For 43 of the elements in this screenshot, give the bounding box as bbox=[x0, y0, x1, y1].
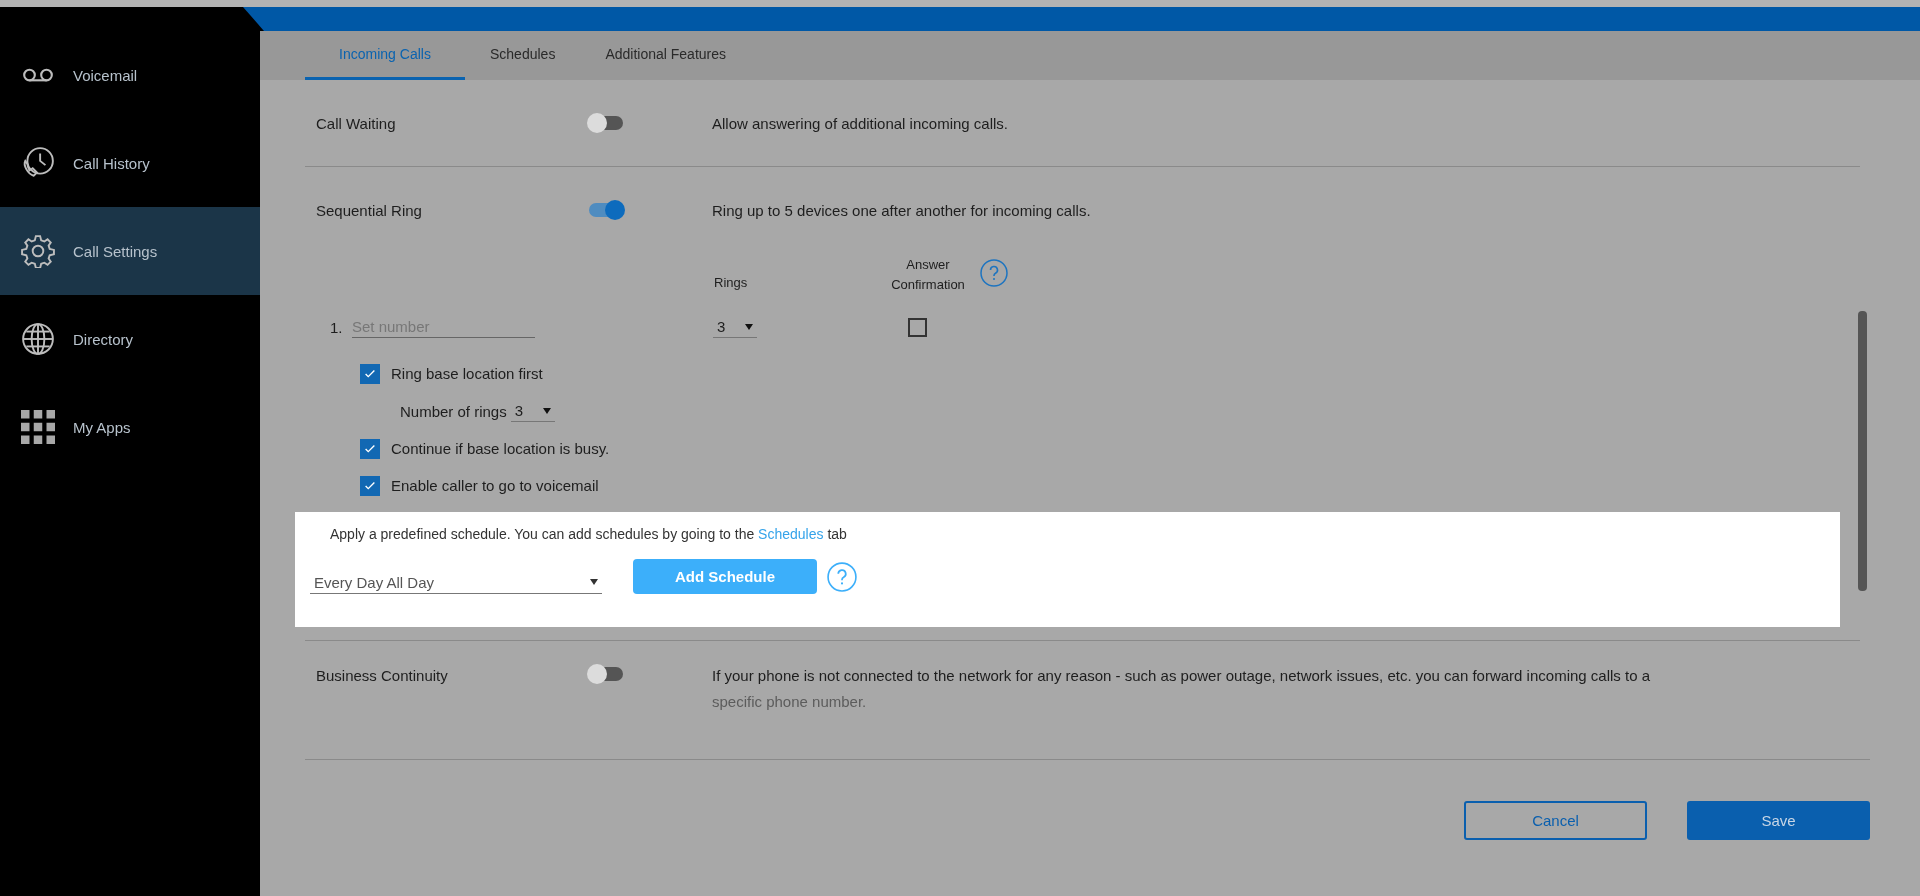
rings-dropdown[interactable]: 3 bbox=[713, 316, 757, 338]
setting-description: specific phone number. bbox=[712, 693, 868, 710]
row-number: 1. bbox=[330, 318, 344, 336]
checkbox-label: Ring base location first bbox=[391, 365, 543, 382]
caret-icon bbox=[745, 323, 753, 330]
save-button[interactable]: Save bbox=[1687, 801, 1870, 840]
column-header: Answer Confirmation bbox=[890, 256, 966, 294]
setting-description: If your phone is not connected to the network for any reason - such as power outage, network issues, etc. you can forward incoming calls to a bbox=[712, 667, 1651, 684]
checkbox[interactable] bbox=[908, 317, 927, 337]
rings-dropdown[interactable]: 3 bbox=[510, 400, 555, 422]
checkbox-label: Enable caller to go to voicemail bbox=[391, 477, 599, 494]
sidebar-item[interactable]: Call History bbox=[0, 119, 260, 207]
checkbox-label: Continue if base location is busy. bbox=[391, 440, 610, 457]
tab[interactable]: Additional Features bbox=[580, 31, 752, 80]
sidebar-item[interactable]: Directory bbox=[0, 295, 260, 383]
help-icon[interactable] bbox=[980, 259, 1008, 287]
sidebar-item[interactable]: Voicemail bbox=[0, 31, 260, 119]
app-grid-icon bbox=[21, 410, 55, 444]
help-icon[interactable] bbox=[827, 561, 857, 592]
toggle-switch[interactable] bbox=[589, 667, 623, 681]
tab[interactable]: Schedules bbox=[465, 31, 581, 80]
scrollbar-thumb[interactable] bbox=[1858, 311, 1867, 591]
caret-icon bbox=[590, 579, 598, 585]
setting-label: Call Waiting bbox=[316, 114, 397, 132]
sidebar-item[interactable]: My Apps bbox=[0, 383, 260, 471]
caret-icon bbox=[542, 407, 551, 414]
schedule-dropdown[interactable]: Every Day All Day bbox=[310, 571, 602, 594]
field-label: Number of rings bbox=[400, 402, 507, 420]
checkbox[interactable] bbox=[360, 438, 380, 459]
schedule-hint: Apply a predefined schedule. You can add schedules by going to the Schedules tab bbox=[330, 526, 848, 542]
setting-description: Allow answering of additional incoming calls. bbox=[712, 114, 1009, 132]
sidebar-item[interactable]: Call Settings bbox=[0, 207, 260, 295]
checkbox[interactable] bbox=[360, 363, 380, 384]
column-header: Rings bbox=[714, 275, 748, 290]
checkbox[interactable] bbox=[360, 475, 380, 496]
setting-label: Business Continuity bbox=[316, 667, 449, 684]
toggle-switch[interactable] bbox=[589, 203, 623, 217]
setting-description: Ring up to 5 devices one after another for incoming calls. bbox=[712, 201, 1092, 219]
globe-icon bbox=[21, 322, 55, 356]
phone-clock-icon bbox=[21, 146, 55, 180]
toggle-switch[interactable] bbox=[589, 116, 623, 130]
settings-icon bbox=[21, 234, 55, 268]
setting-label: Sequential Ring bbox=[316, 201, 423, 219]
